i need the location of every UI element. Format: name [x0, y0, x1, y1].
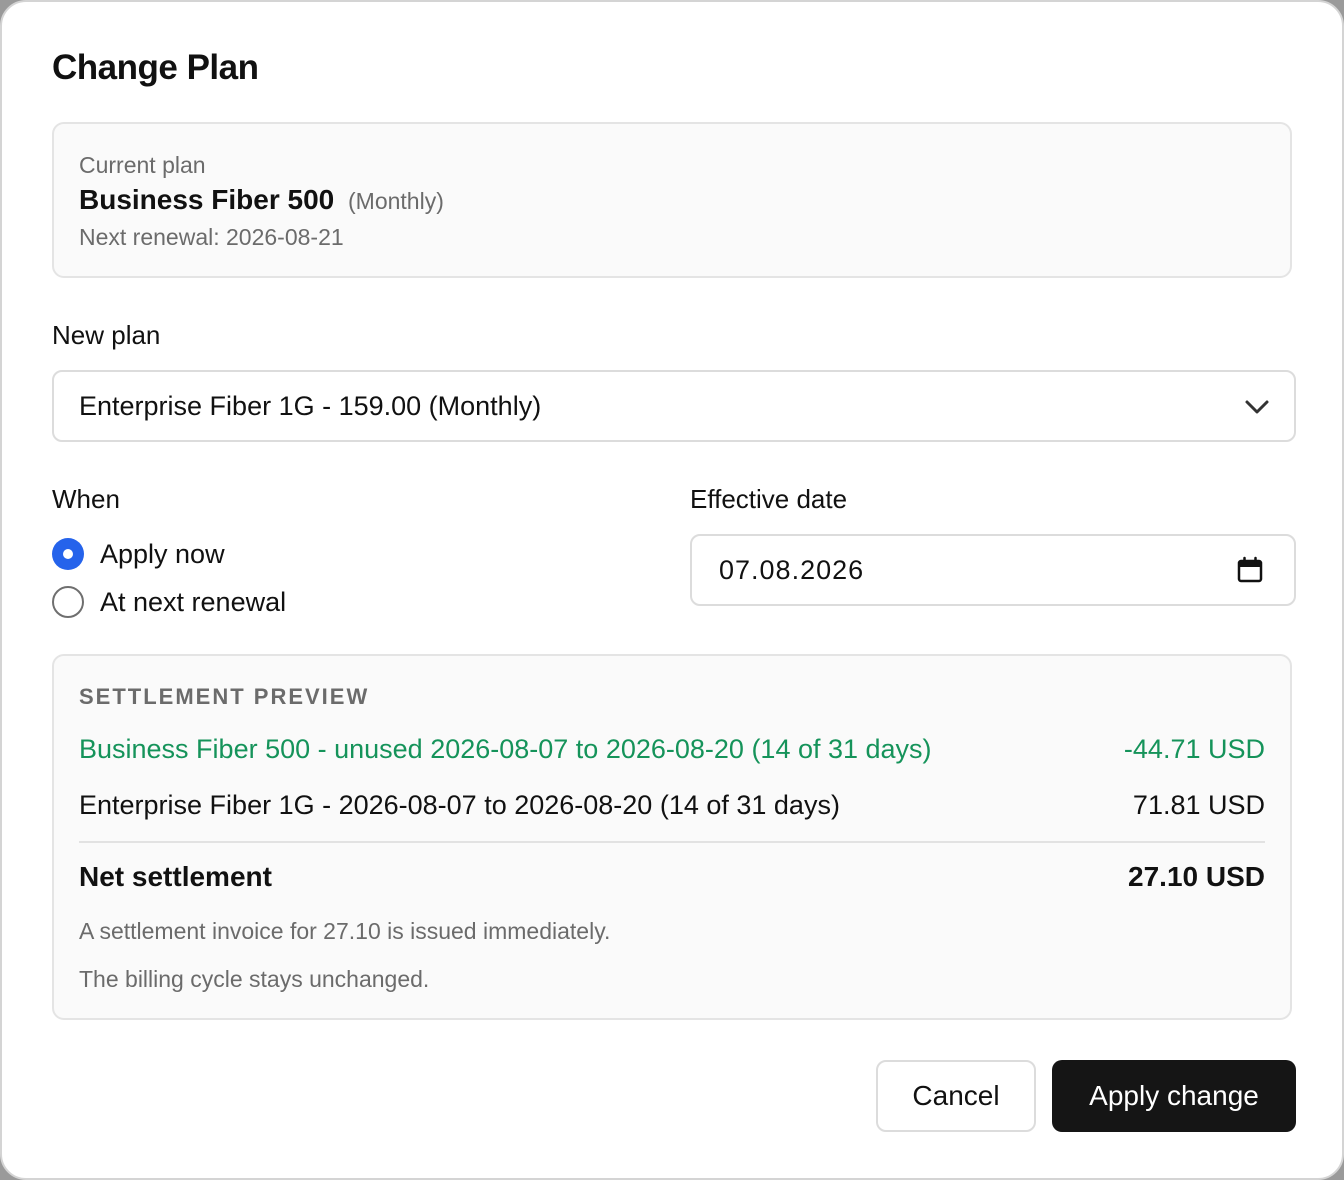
cancel-button[interactable]: Cancel: [876, 1060, 1036, 1132]
net-settlement-label: Net settlement: [79, 861, 272, 892]
current-plan-name: Business Fiber 500: [79, 184, 335, 215]
radio-at-next-renewal-label[interactable]: At next renewal: [100, 587, 286, 618]
settlement-preview-card: SETTLEMENT PREVIEW Business Fiber 500 - …: [52, 654, 1292, 1020]
radio-button-unchecked[interactable]: [52, 586, 84, 618]
new-plan-select[interactable]: Enterprise Fiber 1G - 159.00 (Monthly): [52, 370, 1296, 442]
effective-date-input[interactable]: 07.08.2026: [690, 534, 1296, 606]
net-settlement-amount: 27.10 USD: [1128, 861, 1265, 892]
settlement-divider: [79, 841, 1265, 843]
settlement-line-credit-amount: -44.71 USD: [1123, 734, 1265, 764]
current-plan-card: Current plan Business Fiber 500 (Monthly…: [52, 122, 1292, 278]
chevron-down-icon: [1245, 400, 1269, 414]
current-plan-renewal: Next renewal: 2026-08-21: [79, 224, 344, 250]
calendar-icon[interactable]: [1236, 556, 1264, 584]
radio-apply-now[interactable]: Apply now: [52, 537, 225, 571]
radio-at-next-renewal[interactable]: At next renewal: [52, 585, 286, 619]
dialog-title: Change Plan: [52, 48, 259, 87]
when-label: When: [52, 484, 120, 514]
current-plan-name-row: Business Fiber 500 (Monthly): [79, 184, 444, 216]
radio-button-checked[interactable]: [52, 538, 84, 570]
new-plan-label: New plan: [52, 320, 161, 350]
radio-apply-now-label[interactable]: Apply now: [100, 539, 225, 570]
settlement-heading: SETTLEMENT PREVIEW: [79, 684, 370, 709]
effective-date-value: 07.08.2026: [719, 555, 865, 585]
settlement-note-cycle: The billing cycle stays unchanged.: [79, 966, 430, 992]
settlement-line-credit-description: Business Fiber 500 - unused 2026-08-07 t…: [79, 734, 932, 764]
settlement-note-invoice: A settlement invoice for 27.10 is issued…: [79, 918, 611, 944]
settlement-line-charge-amount: 71.81 USD: [1132, 790, 1265, 820]
current-plan-cycle: (Monthly): [348, 188, 444, 214]
apply-change-button[interactable]: Apply change: [1052, 1060, 1296, 1132]
settlement-line-charge-description: Enterprise Fiber 1G - 2026-08-07 to 2026…: [79, 790, 840, 820]
current-plan-label: Current plan: [79, 152, 206, 178]
change-plan-dialog: Change Plan Current plan Business Fiber …: [0, 0, 1344, 1180]
effective-date-label: Effective date: [690, 484, 848, 514]
new-plan-selected-value: Enterprise Fiber 1G - 159.00 (Monthly): [79, 391, 542, 421]
